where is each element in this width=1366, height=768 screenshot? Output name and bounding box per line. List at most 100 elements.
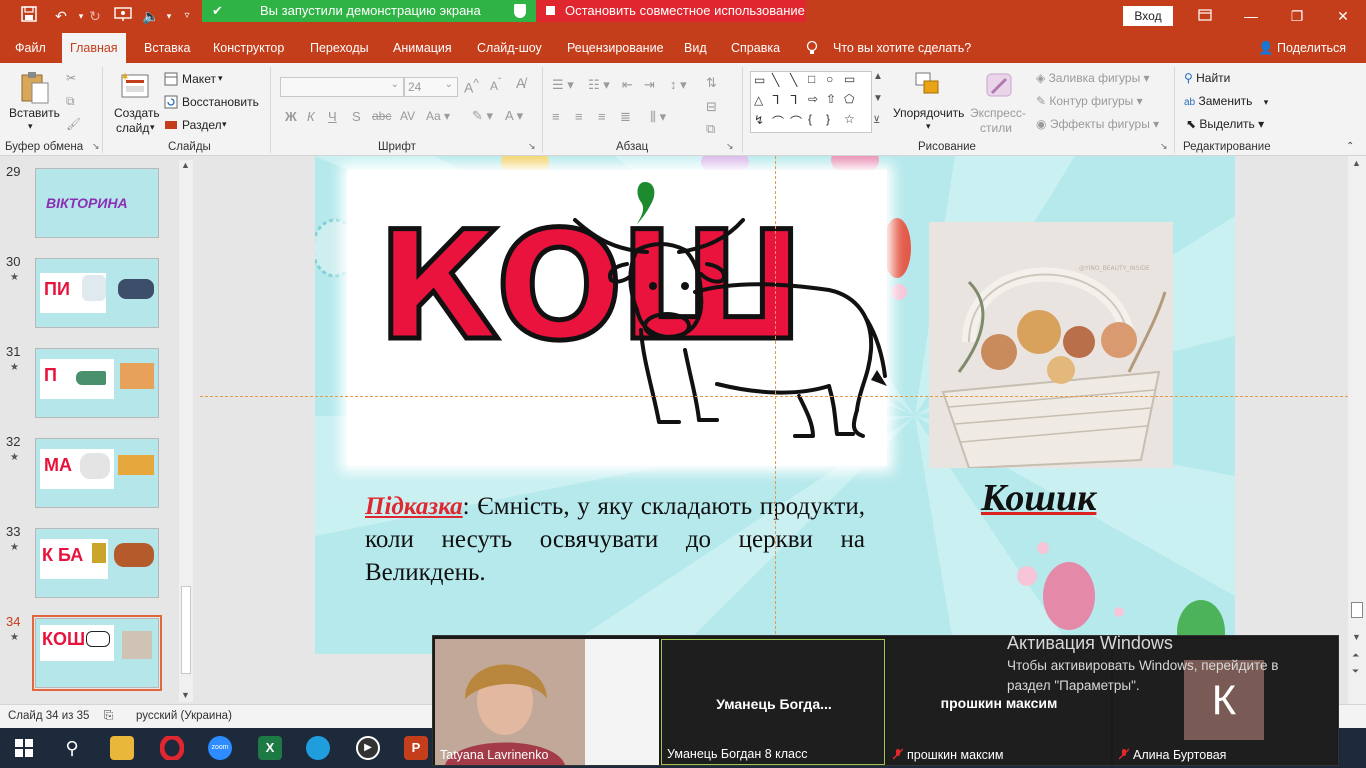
layout-icon[interactable] xyxy=(164,72,178,86)
start-slideshow-icon[interactable] xyxy=(112,6,134,26)
italic-button[interactable]: К xyxy=(307,109,315,124)
next-slide-icon[interactable]: ⏷ xyxy=(1352,666,1359,677)
quick-styles-icon[interactable] xyxy=(984,71,1016,103)
arrange-icon[interactable] xyxy=(914,71,946,103)
shape-outline-button[interactable]: ✎ Контур фигуры ▾ xyxy=(1036,94,1143,108)
save-icon[interactable] xyxy=(18,6,40,26)
tab-file[interactable]: Файл xyxy=(15,33,46,63)
file-explorer-icon[interactable] xyxy=(110,736,134,760)
tell-me-search[interactable]: Что вы хотите сделать? xyxy=(833,33,971,63)
font-size-combo[interactable]: 24 ⌄ xyxy=(404,77,458,97)
minimize-icon[interactable]: — xyxy=(1228,0,1274,33)
close-icon[interactable]: ✕ xyxy=(1320,0,1366,33)
restore-icon[interactable]: ❐ xyxy=(1274,0,1320,33)
slide-thumbnail-29[interactable]: ВІКТОРИНА xyxy=(35,168,159,238)
find-button[interactable]: ⚲ Найти xyxy=(1184,71,1230,85)
tab-animations[interactable]: Анимация xyxy=(393,33,452,63)
section-button[interactable]: Раздел xyxy=(182,118,222,132)
smartart-icon[interactable]: ⧉ xyxy=(706,121,715,137)
align-right-icon[interactable]: ≡ xyxy=(598,109,606,124)
windows-start-icon[interactable] xyxy=(12,736,36,760)
edge-icon[interactable] xyxy=(306,736,330,760)
basket-photo[interactable]: @YINO_BEAUTY_INSIDE xyxy=(929,222,1173,468)
scroll-thumb[interactable] xyxy=(181,586,191,674)
new-slide-icon[interactable]: ✶ xyxy=(120,70,152,103)
paragraph-launcher-icon[interactable]: ↘ xyxy=(726,141,734,152)
search-icon[interactable]: ⚲ xyxy=(60,736,84,760)
quick-styles-label-1[interactable]: Экспресс- xyxy=(970,106,1026,120)
new-slide-label-2[interactable]: слайд xyxy=(116,121,149,135)
previous-slide-icon[interactable]: ⏶ xyxy=(1352,650,1359,661)
scroll-up-icon[interactable]: ▲ xyxy=(181,160,190,170)
slide-thumbnail-33[interactable]: К БА xyxy=(35,528,159,598)
video-tile-1[interactable]: Tatyana Lavrinenko xyxy=(435,639,659,765)
shapes-scroll-down-icon[interactable]: ▼ xyxy=(873,93,883,104)
video-tile-2[interactable]: Уманець Богда... Уманець Богдан 8 класс xyxy=(661,639,885,765)
spellcheck-icon[interactable]: ⎘ xyxy=(104,710,113,723)
decrease-font-icon[interactable]: Aˇ xyxy=(490,77,501,93)
section-icon[interactable] xyxy=(164,118,178,132)
tab-help[interactable]: Справка xyxy=(731,33,780,63)
tab-transitions[interactable]: Переходы xyxy=(310,33,369,63)
thumbnail-scrollbar[interactable]: ▲ ▼ xyxy=(179,160,193,702)
tab-review[interactable]: Рецензирование xyxy=(567,33,664,63)
font-launcher-icon[interactable]: ↘ xyxy=(528,141,536,152)
underline-button[interactable]: Ч xyxy=(328,109,337,124)
section-dropdown-icon[interactable]: ▾ xyxy=(222,119,227,130)
layout-button[interactable]: Макет xyxy=(182,72,216,86)
character-spacing-icon[interactable]: AV xyxy=(400,109,415,123)
editor-scroll-thumb[interactable] xyxy=(1351,602,1363,618)
cut-icon[interactable]: ✂ xyxy=(66,71,80,85)
customize-qat-icon[interactable]: ▿ xyxy=(176,6,198,26)
justify-icon[interactable]: ≣ xyxy=(620,109,631,125)
excel-icon[interactable]: X xyxy=(258,736,282,760)
tab-slideshow[interactable]: Слайд-шоу xyxy=(477,33,542,63)
shadow-button[interactable]: S xyxy=(352,109,361,124)
powerpoint-icon[interactable]: P xyxy=(404,736,428,760)
zoom-icon[interactable]: zoom xyxy=(208,736,232,760)
paste-label[interactable]: Вставить xyxy=(9,106,60,120)
font-color-icon[interactable]: A ▾ xyxy=(505,108,523,124)
bold-button[interactable]: Ж xyxy=(285,109,297,124)
editor-scrollbar[interactable]: ▲ ▼ ⏶ ⏷ xyxy=(1348,156,1366,704)
tab-view[interactable]: Вид xyxy=(684,33,707,63)
language-indicator[interactable]: русский (Украина) xyxy=(136,710,232,722)
reset-button[interactable]: Восстановить xyxy=(182,95,259,109)
paste-dropdown-icon[interactable]: ▾ xyxy=(28,121,33,132)
slide-thumbnail-31[interactable]: П xyxy=(35,348,159,418)
increase-indent-icon[interactable]: ⇥ xyxy=(644,77,655,93)
select-button[interactable]: ⬉ Выделить ▾ xyxy=(1186,117,1264,131)
reset-slide-icon[interactable] xyxy=(164,95,178,109)
slide-thumbnail-34[interactable]: КОШ xyxy=(32,615,162,691)
shapes-gallery[interactable]: ▭ ╲ ╲ □ ○ ▭ △ ᒣ ᒣ ⇨ ⇧ ⬠ ↯ ⌒ ⌒{} ☆ xyxy=(750,71,872,133)
opera-icon[interactable] xyxy=(159,734,185,762)
media-player-icon[interactable]: ▶ xyxy=(356,736,380,760)
clipboard-launcher-icon[interactable]: ↘ xyxy=(92,141,100,152)
sign-in-button[interactable]: Вход xyxy=(1123,6,1173,26)
hint-text-box[interactable]: Підказка: Ємність, у яку складають проду… xyxy=(365,490,865,589)
scroll-down-icon[interactable]: ▼ xyxy=(181,690,190,700)
arrange-label[interactable]: Упорядочить xyxy=(893,106,964,120)
shapes-more-icon[interactable]: ⊻ xyxy=(873,115,880,126)
increase-font-icon[interactable]: A^ xyxy=(464,77,479,96)
tab-home[interactable]: Главная xyxy=(62,33,126,63)
redo-icon[interactable]: ↻ xyxy=(84,6,106,26)
copy-icon[interactable]: ⧉ xyxy=(66,94,80,108)
shape-fill-button[interactable]: ◈ Заливка фигуры ▾ xyxy=(1036,71,1150,85)
align-left-icon[interactable]: ≡ xyxy=(552,109,560,124)
tab-design[interactable]: Конструктор xyxy=(213,33,284,63)
word-picture-card[interactable]: КОШ xyxy=(347,170,887,466)
scroll-up-icon[interactable]: ▲ xyxy=(1352,158,1361,168)
replace-button[interactable]: ab Заменить ▾ xyxy=(1184,94,1268,108)
font-name-combo[interactable]: ⌄ xyxy=(280,77,404,97)
align-text-icon[interactable]: ⊟ xyxy=(706,99,717,115)
layout-dropdown-icon[interactable]: ▾ xyxy=(218,73,223,84)
answer-word[interactable]: Кошик xyxy=(981,476,1096,520)
quick-styles-label-2[interactable]: стили xyxy=(980,121,1012,135)
arrange-dropdown-icon[interactable]: ▾ xyxy=(926,121,931,132)
align-center-icon[interactable]: ≡ xyxy=(575,109,583,124)
shapes-scroll-up-icon[interactable]: ▲ xyxy=(873,71,883,82)
line-spacing-icon[interactable]: ↕ ▾ xyxy=(670,77,687,93)
screen-sharing-banner[interactable]: ✔ Вы запустили демонстрацию экрана xyxy=(202,0,536,22)
stop-sharing-button[interactable]: Остановить совместное использование xyxy=(536,0,806,22)
